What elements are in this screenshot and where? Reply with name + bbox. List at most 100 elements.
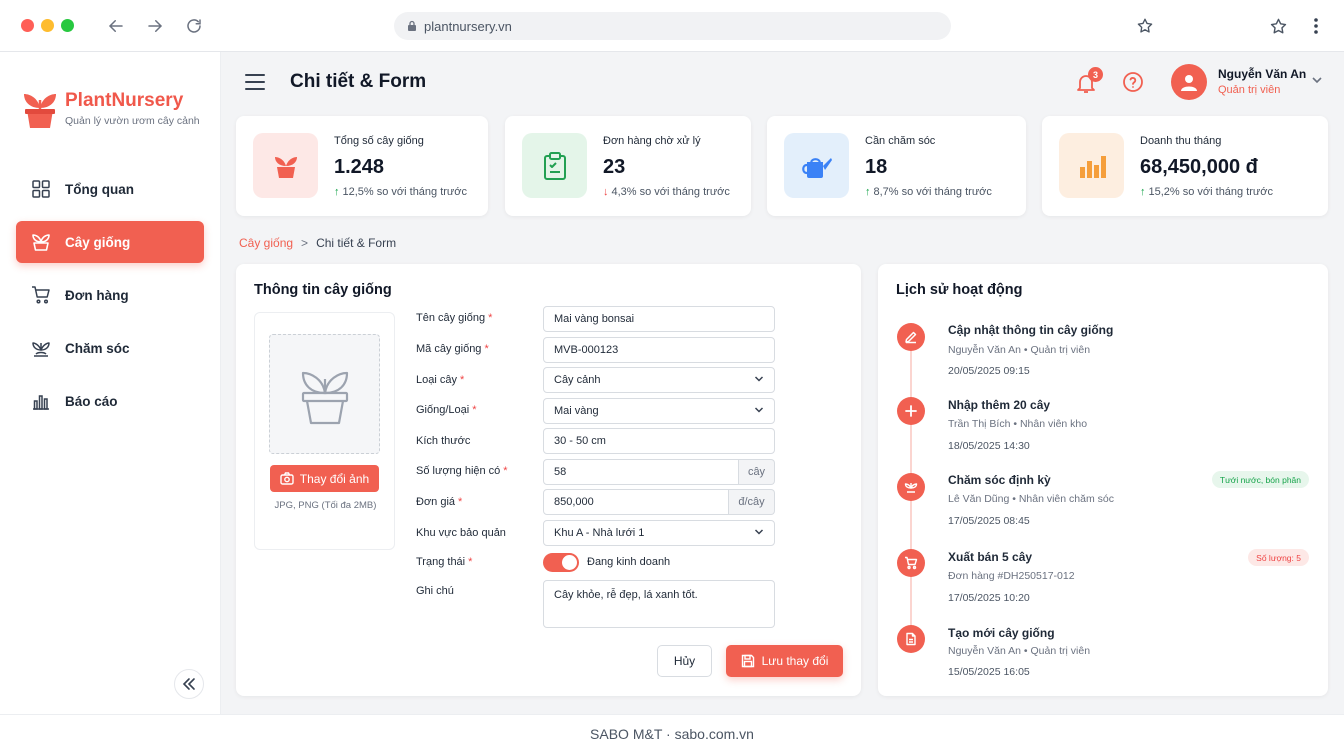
sidebar-item-overview[interactable]: Tổng quan (16, 168, 204, 210)
address-bar[interactable]: plantnursery.vn (394, 12, 951, 40)
stat-trend: ↑ 12,5% so với tháng trước (334, 186, 468, 198)
type-select[interactable]: Cây cảnh (543, 367, 775, 393)
user-name[interactable]: Nguyễn Văn An (1218, 67, 1306, 81)
field-label-type: Loại cây * (416, 374, 465, 386)
footer-text: SABO M&T · sabo.com.vn (590, 725, 754, 742)
sidebar-item-reports[interactable]: Báo cáo (16, 380, 204, 422)
forward-arrow-icon[interactable] (143, 14, 167, 38)
sidebar-item-label: Báo cáo (65, 393, 118, 409)
chevron-down-icon (754, 407, 764, 413)
field-label-storage-area: Khu vực bảo quản (416, 527, 506, 539)
notification-badge: 3 (1088, 67, 1103, 82)
seedling-image-placeholder (269, 334, 380, 454)
sidebar-item-orders[interactable]: Đơn hàng (16, 274, 204, 316)
hamburger-menu-icon[interactable] (245, 74, 265, 90)
arrow-up-icon: ↑ (1140, 186, 1146, 198)
status-toggle[interactable] (543, 553, 579, 572)
camera-icon (280, 472, 294, 485)
stat-label: Đơn hàng chờ xử lý (603, 135, 701, 147)
timeline-item-time: 15/05/2025 16:05 (948, 666, 1030, 678)
chevron-down-icon[interactable] (1311, 74, 1323, 86)
quantity-unit: cây (739, 459, 775, 485)
stat-card-pending-orders: Đơn hàng chờ xử lý 23 ↓ 4,3% so với tháng… (505, 116, 751, 216)
stat-value: 23 (603, 156, 626, 178)
save-button[interactable]: Lưu thay đổi (726, 645, 843, 677)
stat-value: 18 (865, 156, 888, 178)
chevron-down-icon (754, 529, 764, 535)
timeline-item-title: Chăm sóc định kỳ (948, 473, 1051, 487)
arrow-down-icon: ↓ (603, 186, 609, 198)
breadcrumb-separator: > (301, 236, 309, 250)
activity-tag: Tưới nước, bón phân (1211, 471, 1309, 488)
plus-icon (897, 397, 925, 425)
name-input[interactable]: Mai vàng bonsai (543, 306, 775, 332)
timeline-item-title: Cập nhật thông tin cây giống (948, 323, 1114, 337)
bookmark-star-icon[interactable] (1133, 14, 1157, 38)
timeline-item-time: 20/05/2025 09:15 (948, 365, 1030, 377)
size-input[interactable]: 30 - 50 cm (543, 428, 775, 454)
document-icon (897, 625, 925, 653)
image-upload-panel: Thay đổi ảnh JPG, PNG (Tối đa 2MB) (254, 312, 395, 550)
avatar[interactable] (1171, 64, 1207, 100)
footer: SABO M&T · sabo.com.vn (0, 714, 1344, 752)
plant-pot-icon (301, 371, 348, 425)
field-label-price: Đơn giá * (416, 496, 463, 508)
cart-icon (897, 549, 925, 577)
timeline-item-meta: Nguyễn Văn An • Quản trị viên (948, 344, 1091, 356)
timeline-item-title: Xuất bán 5 cây (948, 550, 1033, 564)
sidebar-item-label: Đơn hàng (65, 287, 129, 303)
storage-area-select[interactable]: Khu A - Nhà lưới 1 (543, 520, 775, 546)
breadcrumb-link-seedlings[interactable]: Cây giống (239, 236, 293, 250)
stat-value: 1.248 (334, 156, 385, 178)
brand-logo[interactable]: PlantNursery Quản lý vườn ươm cây cảnh (22, 88, 212, 138)
help-icon[interactable] (1122, 71, 1144, 93)
arrow-up-icon: ↑ (865, 186, 871, 198)
variety-select[interactable]: Mai vàng (543, 398, 775, 424)
field-label-code: Mã cây giống * (416, 343, 489, 355)
chevron-down-icon (754, 376, 764, 382)
stat-trend: ↑ 15,2% so với tháng trước (1140, 186, 1274, 198)
stat-label: Tổng số cây giống (334, 135, 424, 147)
window-close-button[interactable] (21, 19, 34, 32)
activity-tag: Số lượng: 5 (1248, 549, 1309, 566)
window-minimize-button[interactable] (41, 19, 54, 32)
field-label-size: Kích thước (416, 435, 471, 447)
user-icon (1181, 75, 1197, 91)
collapse-sidebar-button[interactable] (174, 669, 204, 699)
stat-label: Doanh thu tháng (1140, 135, 1222, 147)
double-chevron-left-icon (182, 678, 195, 690)
arrow-up-icon: ↑ (334, 186, 340, 198)
note-textarea[interactable]: Cây khỏe, rễ đẹp, lá xanh tốt. (543, 580, 775, 628)
cancel-button[interactable]: Hủy (657, 645, 712, 677)
sidebar-item-seedlings[interactable]: Cây giống (16, 221, 204, 263)
app-header: Chi tiết & Form 3 Nguyễn Văn An Quản trị… (221, 52, 1344, 112)
field-label-name: Tên cây giống * (416, 312, 493, 324)
favorites-star-icon[interactable] (1266, 14, 1290, 38)
brand-name: PlantNursery (65, 90, 184, 111)
stat-label: Cần chăm sóc (865, 135, 936, 147)
window-maximize-button[interactable] (61, 19, 74, 32)
reload-icon[interactable] (182, 14, 206, 38)
kebab-menu-icon[interactable] (1304, 14, 1328, 38)
sidebar-item-care[interactable]: Chăm sóc (16, 327, 204, 369)
seedling-form-card: Thông tin cây giống Thay đổi ảnh JPG, PN… (236, 264, 861, 696)
back-arrow-icon[interactable] (104, 14, 128, 38)
stat-trend: ↑ 8,7% so với tháng trước (865, 186, 992, 198)
page-title: Chi tiết & Form (290, 71, 427, 92)
history-title: Lịch sử hoạt động (896, 282, 1023, 298)
leaf-care-icon (32, 342, 50, 357)
stat-value: 68,450,000 đ (1140, 156, 1258, 178)
timeline-item-title: Tạo mới cây giống (948, 626, 1055, 640)
price-unit: đ/cây (729, 489, 775, 515)
field-label-note: Ghi chú (416, 585, 454, 597)
user-role: Quản trị viên (1218, 84, 1281, 96)
change-image-button[interactable]: Thay đổi ảnh (270, 465, 379, 492)
code-input[interactable]: MVB-000123 (543, 337, 775, 363)
edit-icon (897, 323, 925, 351)
leaf-care-icon (897, 473, 925, 501)
sidebar-item-label: Chăm sóc (65, 340, 130, 356)
stat-card-seedlings: Tổng số cây giống 1.248 ↑ 12,5% so với th… (236, 116, 488, 216)
price-input[interactable]: 850,000 (543, 489, 729, 515)
timeline-item-meta: Lê Văn Dũng • Nhân viên chăm sóc (948, 493, 1114, 505)
quantity-input[interactable]: 58 (543, 459, 739, 485)
